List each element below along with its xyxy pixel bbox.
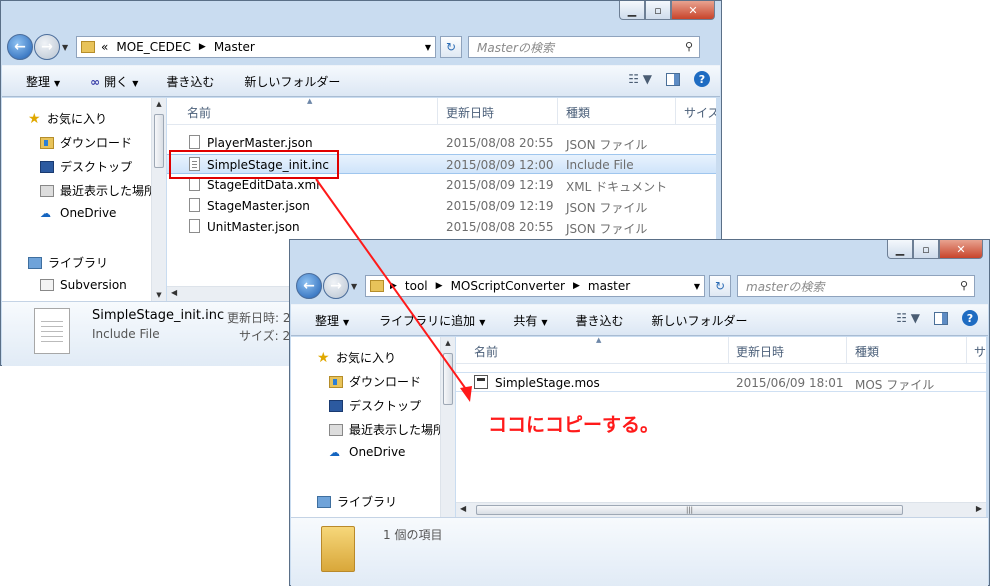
copy-arrow-head <box>460 386 472 402</box>
copy-arrow <box>315 178 472 402</box>
copy-arrow-line <box>315 178 469 393</box>
copy-here-annotation: ココにコピーする。 <box>488 414 660 436</box>
